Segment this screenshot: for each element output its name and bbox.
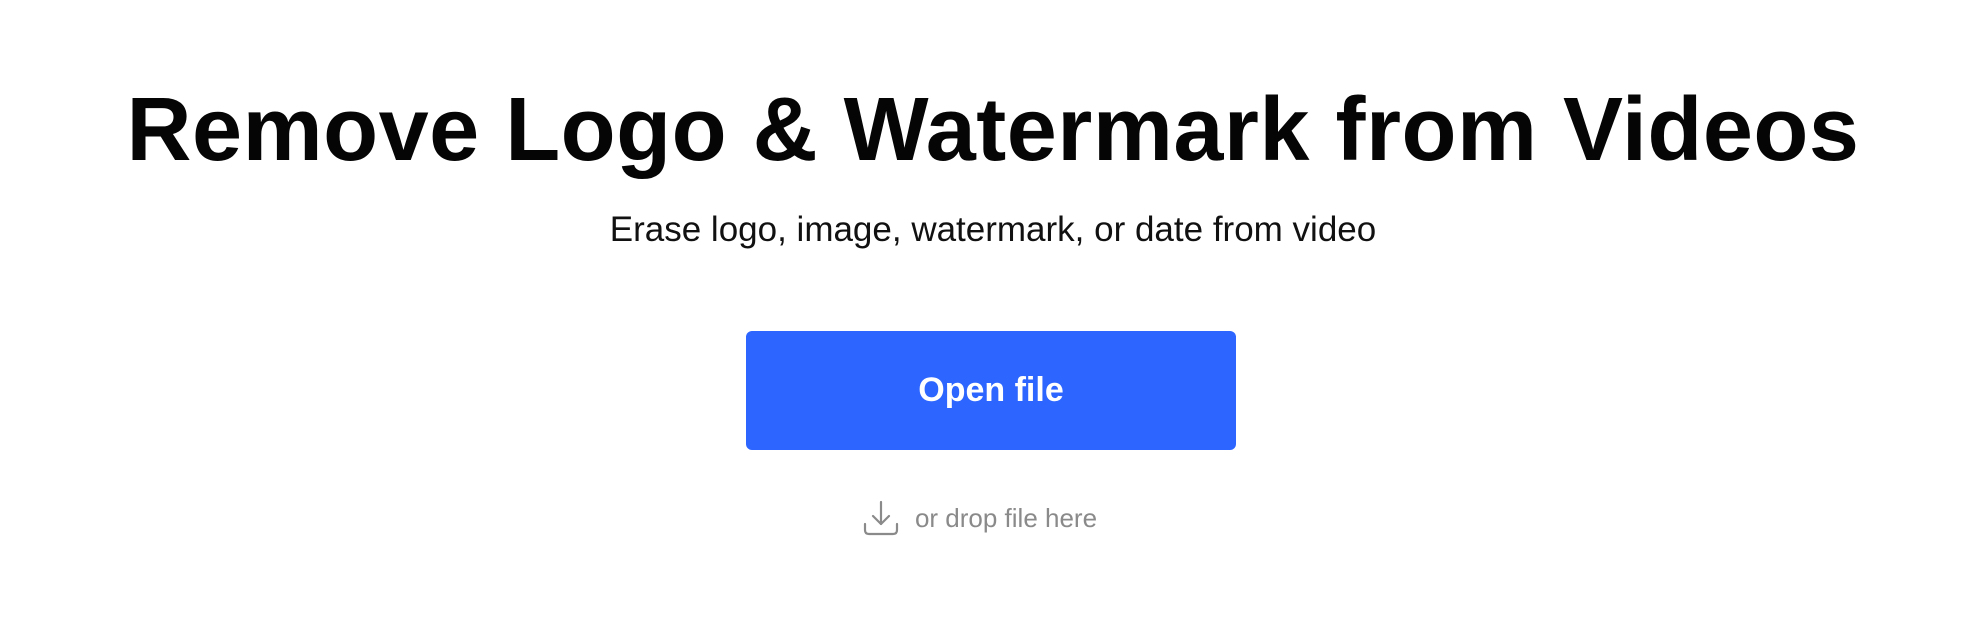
upload-page: Remove Logo & Watermark from Videos Eras… (0, 0, 1986, 640)
drop-hint-text: or drop file here (914, 503, 1098, 533)
page-subtitle: Erase logo, image, watermark, or date fr… (609, 210, 1377, 249)
drop-zone-hint[interactable]: or drop file here (0, 496, 1986, 540)
download-icon (861, 498, 901, 538)
page-title: Remove Logo & Watermark from Videos (126, 80, 1860, 180)
open-file-button[interactable]: Open file (746, 331, 1236, 450)
